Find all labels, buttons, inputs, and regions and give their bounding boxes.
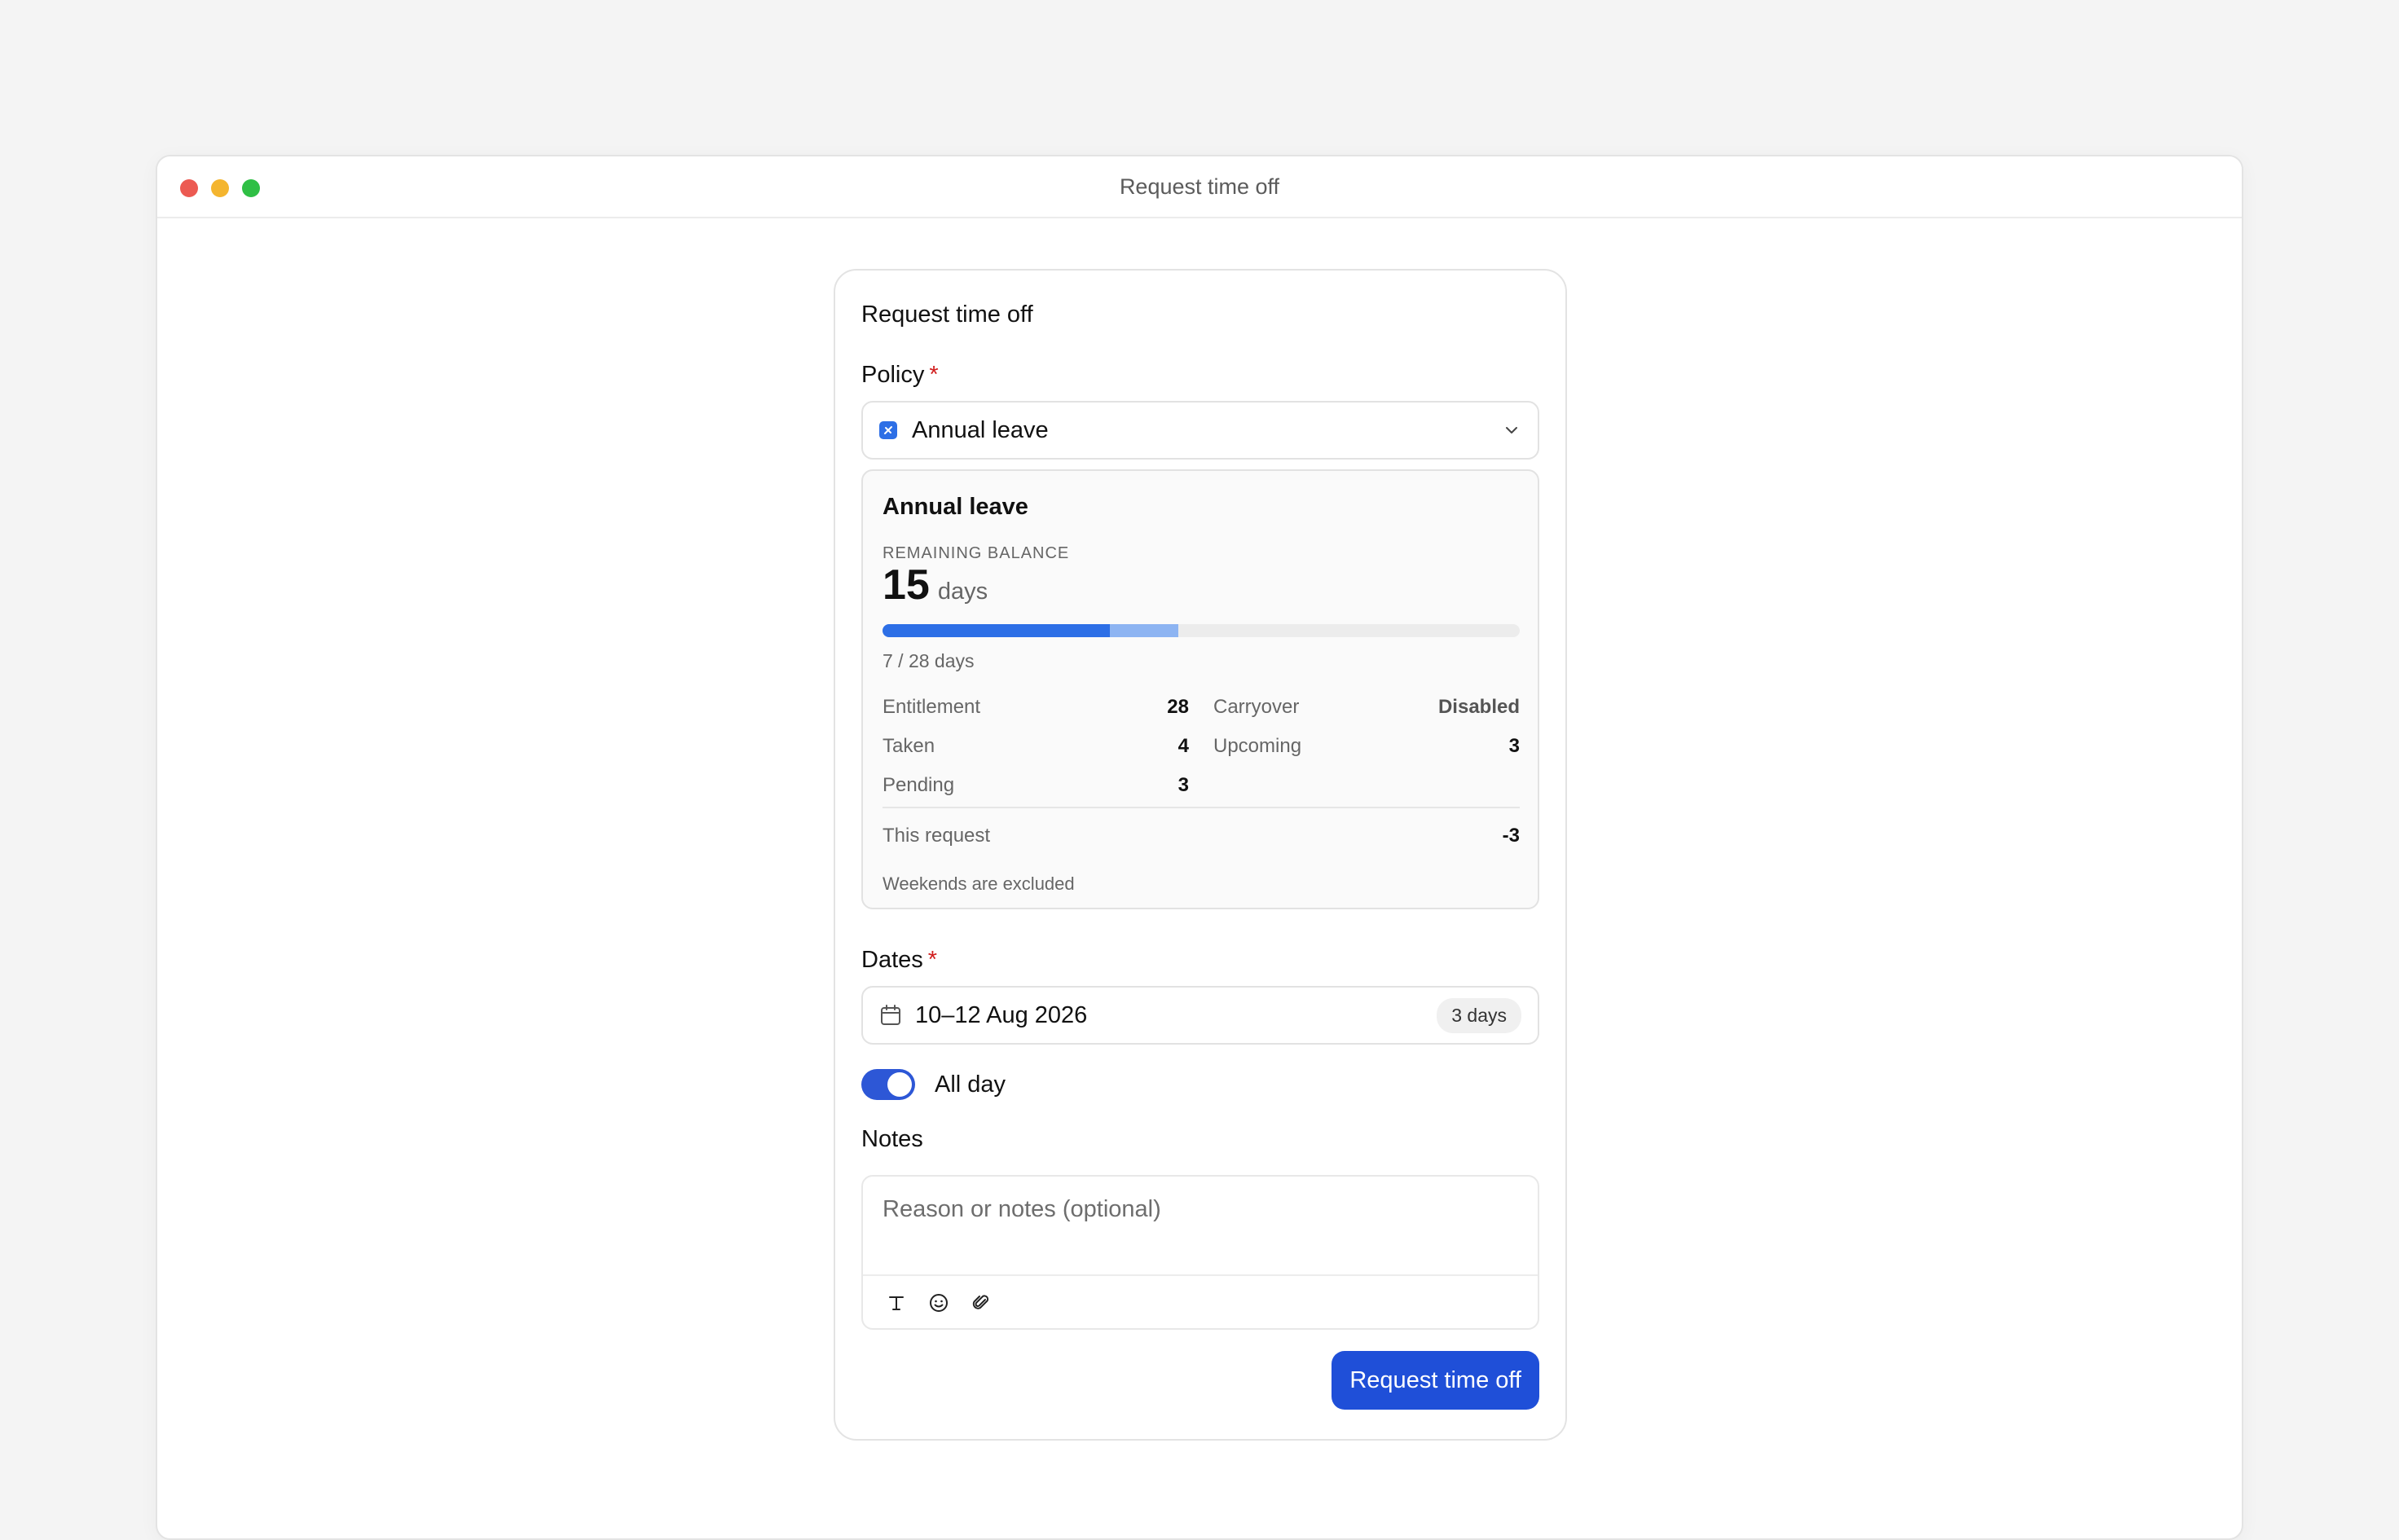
stat-label: Upcoming xyxy=(1213,735,1302,757)
stat-pending: Pending 3 xyxy=(883,774,1189,797)
attachment-icon xyxy=(972,1295,989,1309)
policy-icon xyxy=(879,421,897,439)
divider xyxy=(883,807,1520,808)
form-title: Request time off xyxy=(861,301,1033,328)
toggle-knob xyxy=(887,1072,912,1097)
emoji-button[interactable] xyxy=(927,1291,951,1315)
remaining-days-unit: days xyxy=(937,579,988,605)
title-bar: Request time off xyxy=(157,156,2242,218)
balance-stats: Entitlement 28 Carryover Disabled Taken … xyxy=(883,688,1520,805)
remaining-balance: 15 days xyxy=(883,561,988,609)
stat-label: Pending xyxy=(883,774,955,796)
submit-request-button[interactable]: Request time off xyxy=(1332,1351,1539,1410)
text-format-icon xyxy=(889,1296,904,1310)
stat-value: 28 xyxy=(1167,696,1189,718)
required-mark: * xyxy=(927,947,938,973)
all-day-toggle[interactable] xyxy=(861,1069,915,1100)
weekends-note: Weekends are excluded xyxy=(883,873,1075,894)
this-request-row: This request -3 xyxy=(883,825,1520,847)
all-day-label: All day xyxy=(935,1071,1006,1098)
stat-label: Carryover xyxy=(1213,696,1300,718)
dates-label-text: Dates xyxy=(861,947,923,973)
dates-label: Dates * xyxy=(861,947,937,974)
stat-entitlement: Entitlement 28 xyxy=(883,696,1189,719)
notes-label: Notes xyxy=(861,1126,923,1152)
progress-text: 7 / 28 days xyxy=(883,650,975,671)
stats-row: Pending 3 xyxy=(883,766,1520,805)
date-range-picker[interactable]: 10–12 Aug 2026 3 days xyxy=(861,986,1539,1045)
balance-panel: Annual leave REMAINING BALANCE 15 days 7… xyxy=(861,469,1539,909)
duration-badge: 3 days xyxy=(1437,997,1521,1033)
text-format-button[interactable] xyxy=(884,1291,909,1315)
chevron-down-icon xyxy=(1506,427,1517,433)
policy-select[interactable]: Annual leave xyxy=(861,401,1539,460)
stat-label: Entitlement xyxy=(883,696,981,718)
stat-carryover: Carryover Disabled xyxy=(1213,696,1520,719)
window-title: Request time off xyxy=(1119,174,1280,199)
stat-value: Disabled xyxy=(1437,696,1520,718)
stat-upcoming: Upcoming 3 xyxy=(1213,735,1520,758)
this-request-value: -3 xyxy=(1502,825,1520,847)
notes-toolbar xyxy=(863,1274,1538,1330)
date-range-value: 10–12 Aug 2026 xyxy=(915,1001,1088,1028)
notes-editor xyxy=(861,1175,1539,1330)
emoji-icon xyxy=(930,1294,948,1312)
required-mark: * xyxy=(929,362,939,388)
stats-row: Entitlement 28 Carryover Disabled xyxy=(883,688,1520,727)
remaining-days-value: 15 xyxy=(883,561,930,609)
policy-label-text: Policy xyxy=(861,362,925,388)
stat-taken: Taken 4 xyxy=(883,735,1189,758)
stat-label: Taken xyxy=(883,735,935,757)
stat-value: 4 xyxy=(1177,735,1189,757)
policy-label: Policy * xyxy=(861,362,939,389)
all-day-row: All day xyxy=(861,1069,1006,1100)
stat-value: 3 xyxy=(1508,735,1520,757)
balance-policy-name: Annual leave xyxy=(883,494,1028,520)
calendar-icon xyxy=(881,1005,900,1025)
balance-progress-bar xyxy=(883,624,1520,637)
app-window: Request time off Request time off Policy… xyxy=(156,155,2243,1540)
notes-input[interactable] xyxy=(863,1177,1538,1274)
stats-row: Taken 4 Upcoming 3 xyxy=(883,727,1520,766)
request-form-card: Request time off Policy * Annual leave An… xyxy=(834,269,1567,1441)
attachment-button[interactable] xyxy=(969,1291,993,1315)
stat-value: 3 xyxy=(1177,774,1189,796)
progress-pending xyxy=(1110,624,1178,637)
progress-used xyxy=(883,624,1111,637)
this-request-label: This request xyxy=(883,825,991,847)
policy-select-value: Annual leave xyxy=(912,416,1049,443)
